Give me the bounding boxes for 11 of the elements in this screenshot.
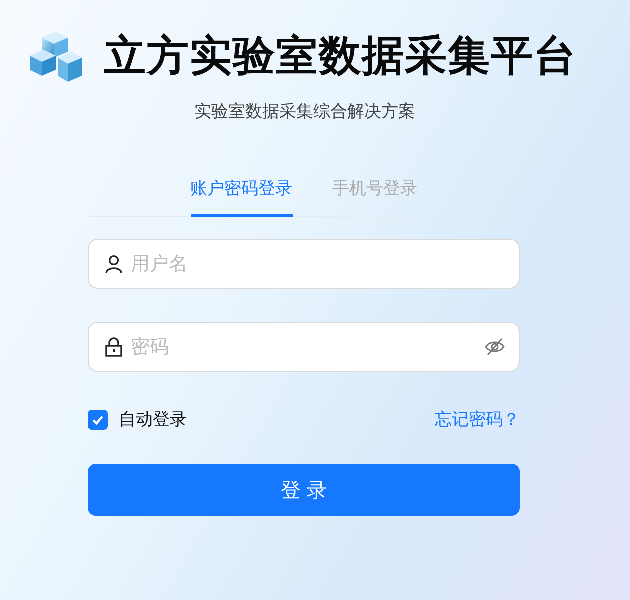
eye-hidden-icon[interactable] (484, 336, 506, 358)
username-field[interactable]: 用户名 (88, 239, 520, 289)
login-tab[interactable]: 手机号登录 (332, 169, 418, 217)
forgot-password-link[interactable]: 忘记密码？ (435, 408, 520, 431)
login-tab[interactable]: 账户密码登录 (190, 169, 292, 217)
auto-login-checkbox[interactable] (88, 410, 108, 430)
login-button[interactable]: 登 录 (88, 464, 520, 516)
auto-login-label: 自动登录 (119, 409, 187, 431)
app-subtitle: 实验室数据采集综合解决方案 (194, 101, 416, 123)
password-field[interactable]: 密码 (88, 322, 520, 372)
app-title: 立方实验室数据采集平台 (104, 30, 577, 82)
